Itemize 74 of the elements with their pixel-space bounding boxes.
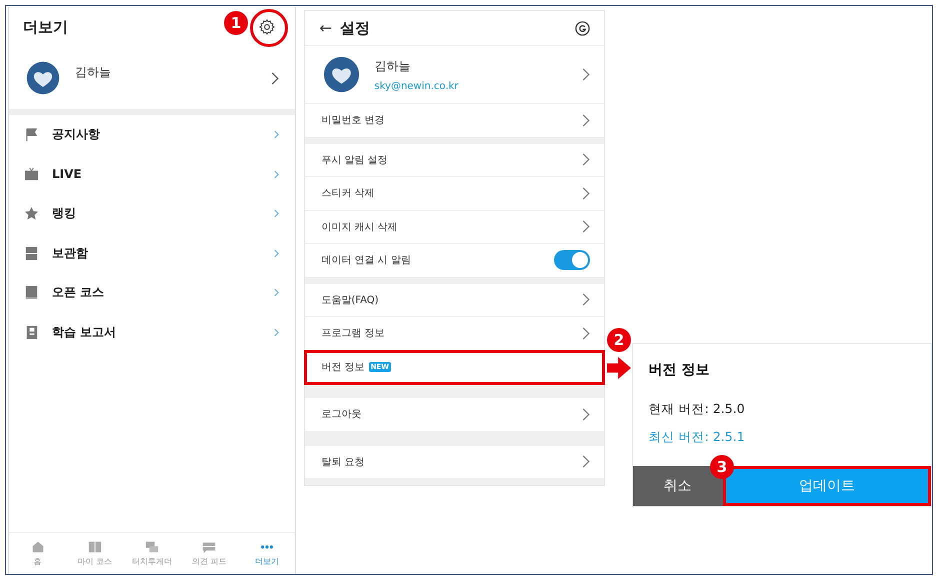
chevron-icon [582,153,590,166]
chevron-icon [271,72,280,84]
chevron-icon [582,68,590,81]
settings-item[interactable]: 도움말(FAQ) [305,284,604,317]
highlight-circle [250,9,288,47]
page-title: 설정 [340,18,371,38]
profile-row[interactable]: 김하늘 sky@newin.co.kr [305,46,604,104]
flag-icon [24,127,39,142]
nav-tab[interactable]: 더보기 [238,533,296,573]
menu-item[interactable]: LIVE [9,154,296,194]
chevron-icon [582,408,590,421]
live-icon [24,166,39,182]
chevron-icon [274,288,280,298]
chat-icon [145,540,160,554]
menu-label: 보관함 [52,244,89,262]
menu-item[interactable]: 공지사항 [9,115,296,154]
chevron-icon [274,328,280,337]
avatar-icon [25,60,61,96]
chevron-icon [274,170,280,179]
settings-item[interactable]: 이미지 캐시 삭제 [305,210,604,244]
menu-item[interactable]: 학습 보고서 [9,312,296,352]
settings-label: 로그아웃 [321,408,362,422]
star-icon [24,206,39,222]
settings-label: 데이터 연결 시 알림 [321,254,411,268]
menu-label: 공지사항 [52,126,101,144]
settings-item[interactable]: 푸시 알림 설정 [305,144,604,177]
settings-label: 비밀번호 변경 [321,114,385,128]
menu-label: 랭킹 [52,205,77,222]
chevron-icon [582,293,590,306]
chevron-icon [582,326,590,340]
menu-label: LIVE [52,167,83,182]
home-icon [30,540,45,554]
step-badge: 2 [607,328,631,352]
avatar-icon [323,56,360,93]
chevron-icon [582,220,590,234]
step-badge: 1 [224,11,248,35]
chevron-icon [274,130,280,140]
chevron-icon [582,114,590,127]
latest-version: 최신 버전: 2.5.1 [648,428,746,446]
menu-item[interactable]: 오픈 코스 [9,273,296,312]
menu-label: 학습 보고서 [52,324,118,341]
settings-label: 이미지 캐시 삭제 [321,220,398,234]
toggle-switch[interactable] [554,250,590,270]
user-email: sky@newin.co.kr [374,80,460,92]
settings-label: 푸시 알림 설정 [321,154,388,167]
report-icon [24,324,39,340]
chevron-icon [274,248,280,258]
chevron-icon [582,186,590,200]
book-icon [24,285,39,300]
settings-label: 도움말(FAQ) [321,294,379,307]
settings-label: 버전 정보 [321,360,365,374]
settings-label: 스티커 삭제 [321,187,375,200]
chevron-icon [274,209,280,218]
settings-label: 탈퇴 요청 [321,456,365,469]
page-title: 더보기 [23,18,68,36]
current-version: 현재 버전: 2.5.0 [648,400,746,418]
menu-item[interactable]: 보관함 [9,234,296,273]
message-icon [202,540,216,554]
chevron-icon [582,455,590,468]
circled-letter-icon[interactable] [574,20,590,36]
settings-item[interactable]: 프로그램 정보 [305,317,604,350]
user-name: 김하늘 [374,58,412,74]
dialog-title: 버전 정보 [648,361,711,379]
back-button[interactable]: ← [319,19,332,37]
cabinet-icon [24,246,39,261]
profile-row[interactable]: 김하늘 [9,47,296,109]
settings-item[interactable]: 스티커 삭제 [305,177,604,210]
settings-icon[interactable] [258,18,276,36]
settings-label: 프로그램 정보 [321,327,385,340]
menu-label: 오픈 코스 [52,284,106,302]
user-name: 김하늘 [75,64,112,81]
menu-item[interactable]: 랭킹 [9,194,296,234]
arrow-icon [607,356,631,380]
book-icon [88,540,102,554]
